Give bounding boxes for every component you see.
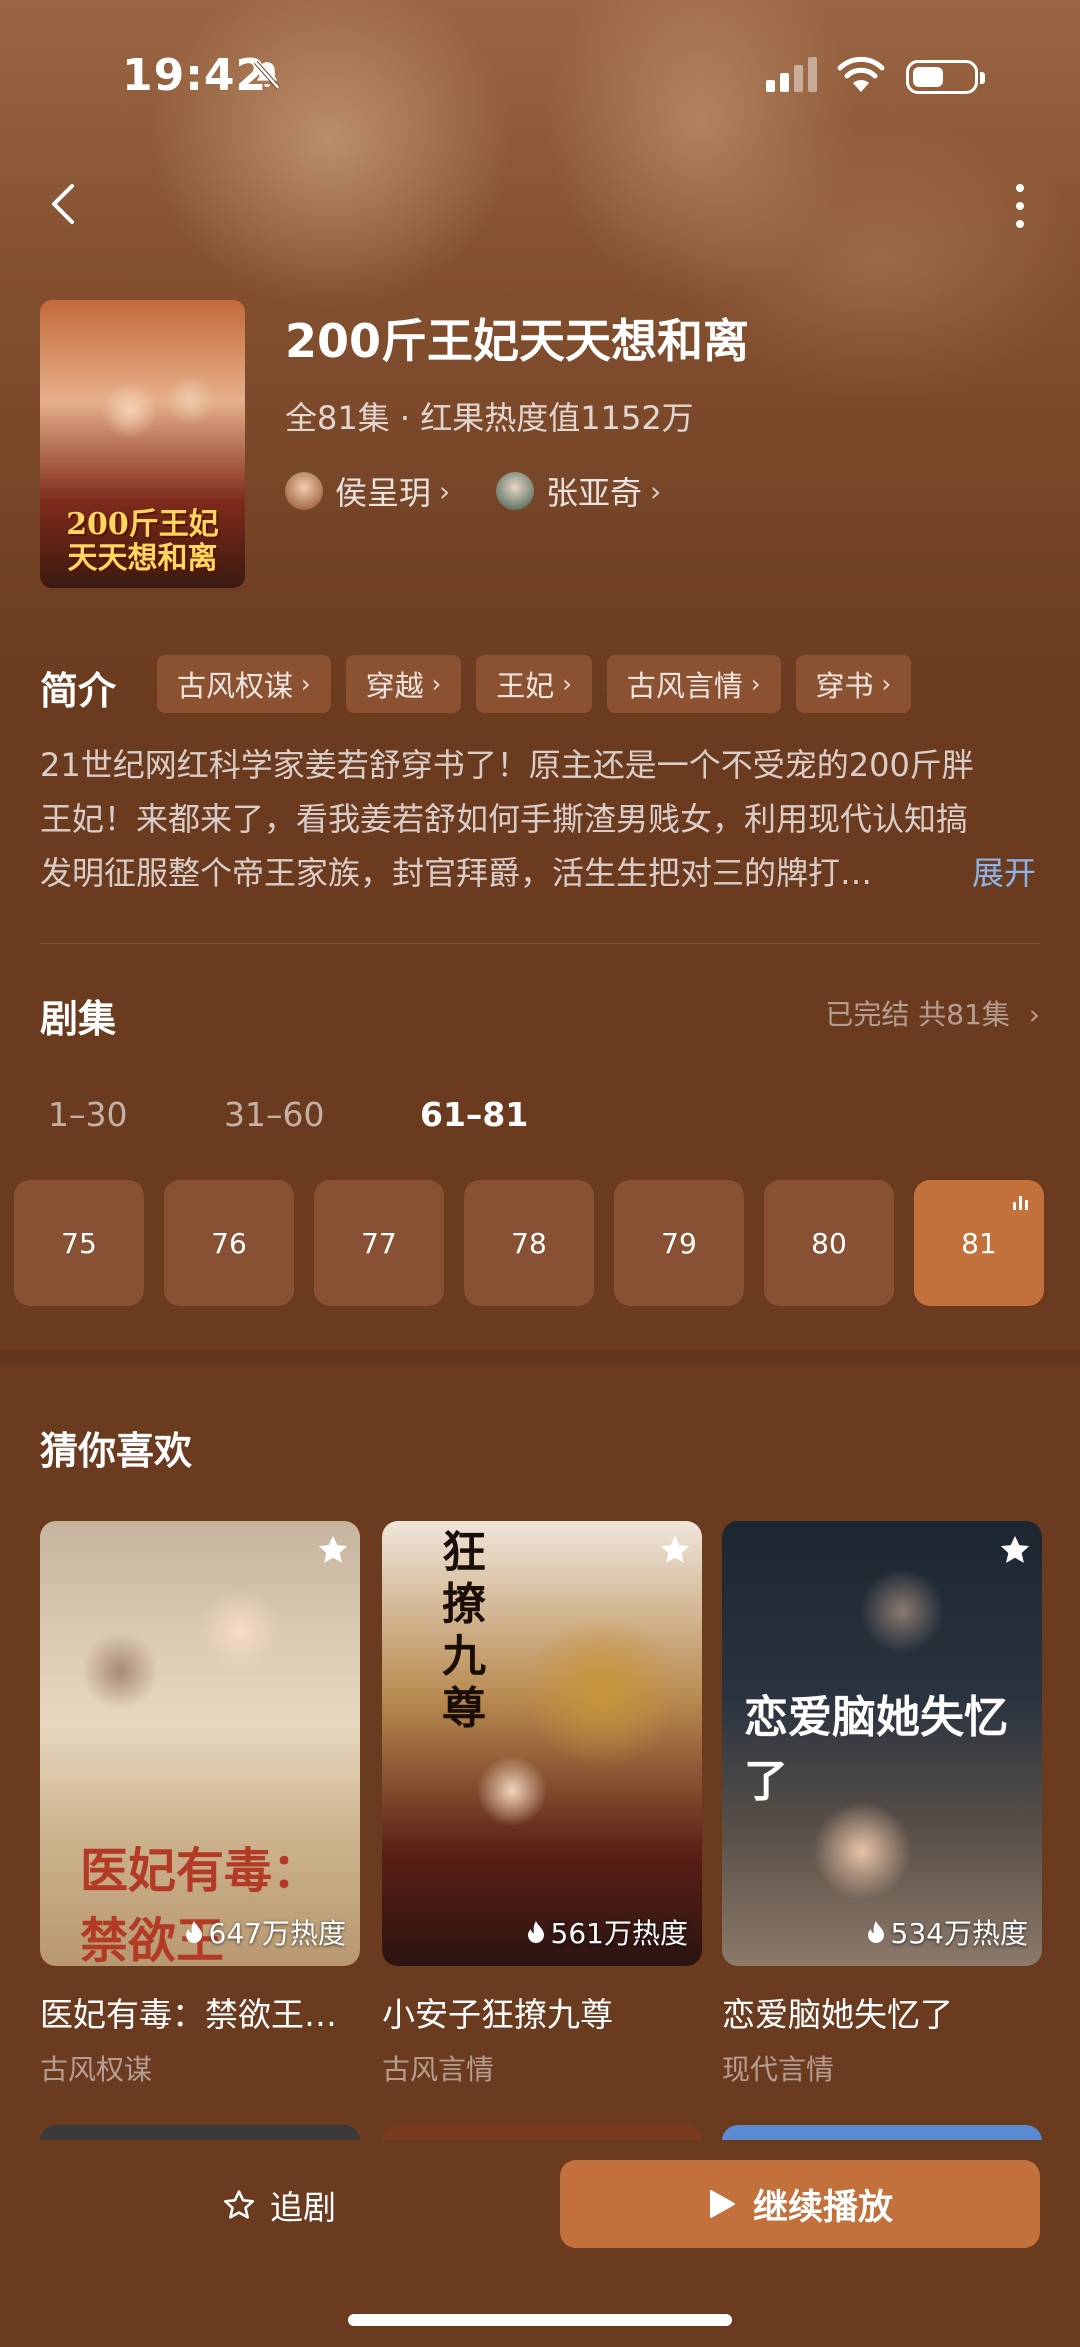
- card-cover: 恋爱脑她失忆了 534万热度: [722, 1521, 1042, 1966]
- recommend-card[interactable]: 恋爱脑她失忆了 534万热度 恋爱脑她失忆了 现代言情: [722, 1521, 1042, 2088]
- chevron-right-icon: ›: [881, 670, 892, 698]
- chevron-right-icon: ›: [301, 670, 311, 698]
- drama-meta: 全81集 · 红果热度值1152万: [285, 399, 694, 437]
- heat-value: 647万热度: [208, 1917, 346, 1950]
- continue-play-button[interactable]: 继续播放: [560, 2160, 1040, 2248]
- poster-title-art: 200斤王妃 天天想和离: [66, 507, 219, 576]
- expand-button[interactable]: 展开: [972, 846, 1036, 900]
- status-time: 19:42: [122, 50, 268, 101]
- episode-button[interactable]: 79: [614, 1180, 744, 1306]
- more-vertical-icon[interactable]: [1000, 180, 1040, 232]
- tag-label: 王妃: [496, 669, 555, 703]
- card-name: 恋爱脑她失忆了: [722, 1995, 953, 2034]
- card-genre: 古风权谋: [40, 2053, 153, 2086]
- tag-chip[interactable]: 王妃 ›: [476, 655, 592, 713]
- episode-button-playing[interactable]: 81: [914, 1180, 1044, 1306]
- back-arrow-icon[interactable]: [40, 180, 88, 228]
- card-name: 医妃有毒：禁欲王…: [40, 1995, 337, 2034]
- chevron-right-icon: ›: [650, 474, 662, 508]
- card-cover: 医妃有毒：禁欲王 647万热度: [40, 1521, 360, 1966]
- range-tab[interactable]: 1–30: [48, 1095, 128, 1134]
- heat-badge: 534万热度: [865, 1912, 1028, 1952]
- episode-button[interactable]: 76: [164, 1180, 294, 1306]
- heat-value: 534万热度: [890, 1917, 1028, 1950]
- episode-button[interactable]: 77: [314, 1180, 444, 1306]
- chevron-right-icon: ›: [1028, 998, 1040, 1031]
- cover-title-art: 恋爱脑她失忆了: [744, 1692, 1008, 1807]
- divider: [40, 943, 1040, 944]
- description-line: 21世纪网红科学家姜若舒穿书了！原主还是一个不受宠的200斤胖: [40, 746, 974, 784]
- chevron-right-icon: ›: [750, 670, 761, 698]
- follow-button[interactable]: 追剧: [222, 2180, 336, 2230]
- heat-badge: 647万热度: [183, 1912, 346, 1952]
- intro-description: 21世纪网红科学家姜若舒穿书了！原主还是一个不受宠的200斤胖 王妃！来都来了，…: [40, 738, 1040, 900]
- tag-chip[interactable]: 穿越 ›: [345, 655, 462, 713]
- episode-button[interactable]: 78: [464, 1180, 594, 1306]
- tag-chip[interactable]: 穿书 ›: [795, 655, 912, 713]
- tag-label: 古风言情: [626, 669, 743, 703]
- cover-title-art: 狂撩九尊: [442, 1527, 486, 1734]
- episode-button[interactable]: 75: [14, 1180, 144, 1306]
- flame-icon: [527, 1921, 544, 1943]
- star-icon[interactable]: [658, 1533, 692, 1567]
- chevron-right-icon: ›: [439, 474, 451, 508]
- episodes-status-link[interactable]: 已完结 共81集 ›: [825, 993, 1040, 1033]
- star-icon[interactable]: [316, 1533, 350, 1567]
- flame-icon: [867, 1921, 884, 1943]
- recommend-card[interactable]: 医妃有毒：禁欲王 647万热度 医妃有毒：禁欲王… 古风权谋: [40, 1521, 360, 2088]
- play-icon: [709, 2190, 735, 2218]
- tag-chip[interactable]: 古风言情 ›: [606, 655, 781, 713]
- star-outline-icon: [223, 2190, 255, 2219]
- follow-label: 追剧: [270, 2188, 336, 2227]
- actor-name: 张亚奇: [546, 474, 643, 512]
- chevron-right-icon: ›: [562, 670, 572, 698]
- card-genre: 古风言情: [382, 2053, 495, 2086]
- battery-icon: [906, 60, 985, 94]
- recommend-card[interactable]: 狂撩九尊 561万热度 小安子狂撩九尊 古风言情: [382, 1521, 702, 2088]
- heat-value: 561万热度: [550, 1917, 688, 1950]
- description-line: 发明征服整个帝王家族，封官拜爵，活生生把对三的牌打…: [40, 854, 873, 892]
- playing-bars-icon: [1013, 1196, 1028, 1210]
- tag-label: 穿越: [365, 669, 424, 703]
- tag-list: 古风权谋 › 穿越 › 王妃 › 古风言情 › 穿书 ›: [157, 655, 912, 713]
- episode-number: 81: [961, 1226, 997, 1260]
- wifi-icon: [837, 56, 885, 92]
- card-cover: 狂撩九尊 561万热度: [382, 1521, 702, 1966]
- tag-label: 穿书: [815, 669, 874, 703]
- description-line: 王妃！来都来了，看我姜若舒如何手撕渣男贱女，利用现代认知搞: [40, 800, 969, 838]
- star-icon[interactable]: [998, 1533, 1032, 1567]
- actor-link-1[interactable]: 侯呈玥 ›: [285, 468, 450, 514]
- bell-slash-icon: [253, 60, 281, 90]
- range-tab[interactable]: 31–60: [224, 1095, 324, 1134]
- intro-label: 简介: [40, 669, 117, 713]
- flame-icon: [185, 1921, 202, 1943]
- drama-poster[interactable]: 200斤王妃 天天想和离: [40, 300, 245, 588]
- episodes-status: 已完结 共81集: [825, 998, 1010, 1031]
- range-tab-active[interactable]: 61–81: [420, 1095, 528, 1134]
- avatar: [496, 472, 534, 510]
- actor-name: 侯呈玥: [335, 474, 432, 512]
- episode-button[interactable]: 80: [764, 1180, 894, 1306]
- play-label: 继续播放: [752, 2187, 893, 2228]
- home-indicator[interactable]: [348, 2314, 732, 2326]
- card-name: 小安子狂撩九尊: [382, 1995, 613, 2034]
- recommend-title: 猜你喜欢: [40, 1429, 193, 1473]
- card-genre: 现代言情: [722, 2053, 835, 2086]
- signal-icon: [766, 57, 817, 92]
- drama-title: 200斤王妃天天想和离: [285, 314, 750, 368]
- heat-badge: 561万热度: [525, 1912, 688, 1952]
- episodes-title: 剧集: [40, 997, 117, 1041]
- tag-chip[interactable]: 古风权谋 ›: [157, 655, 331, 713]
- chevron-right-icon: ›: [431, 670, 442, 698]
- section-separator: [0, 1350, 1080, 1366]
- tag-label: 古风权谋: [177, 669, 294, 703]
- avatar: [285, 472, 323, 510]
- actor-link-2[interactable]: 张亚奇 ›: [496, 468, 661, 514]
- episode-grid: 75 76 77 78 79 80 81: [14, 1180, 1044, 1306]
